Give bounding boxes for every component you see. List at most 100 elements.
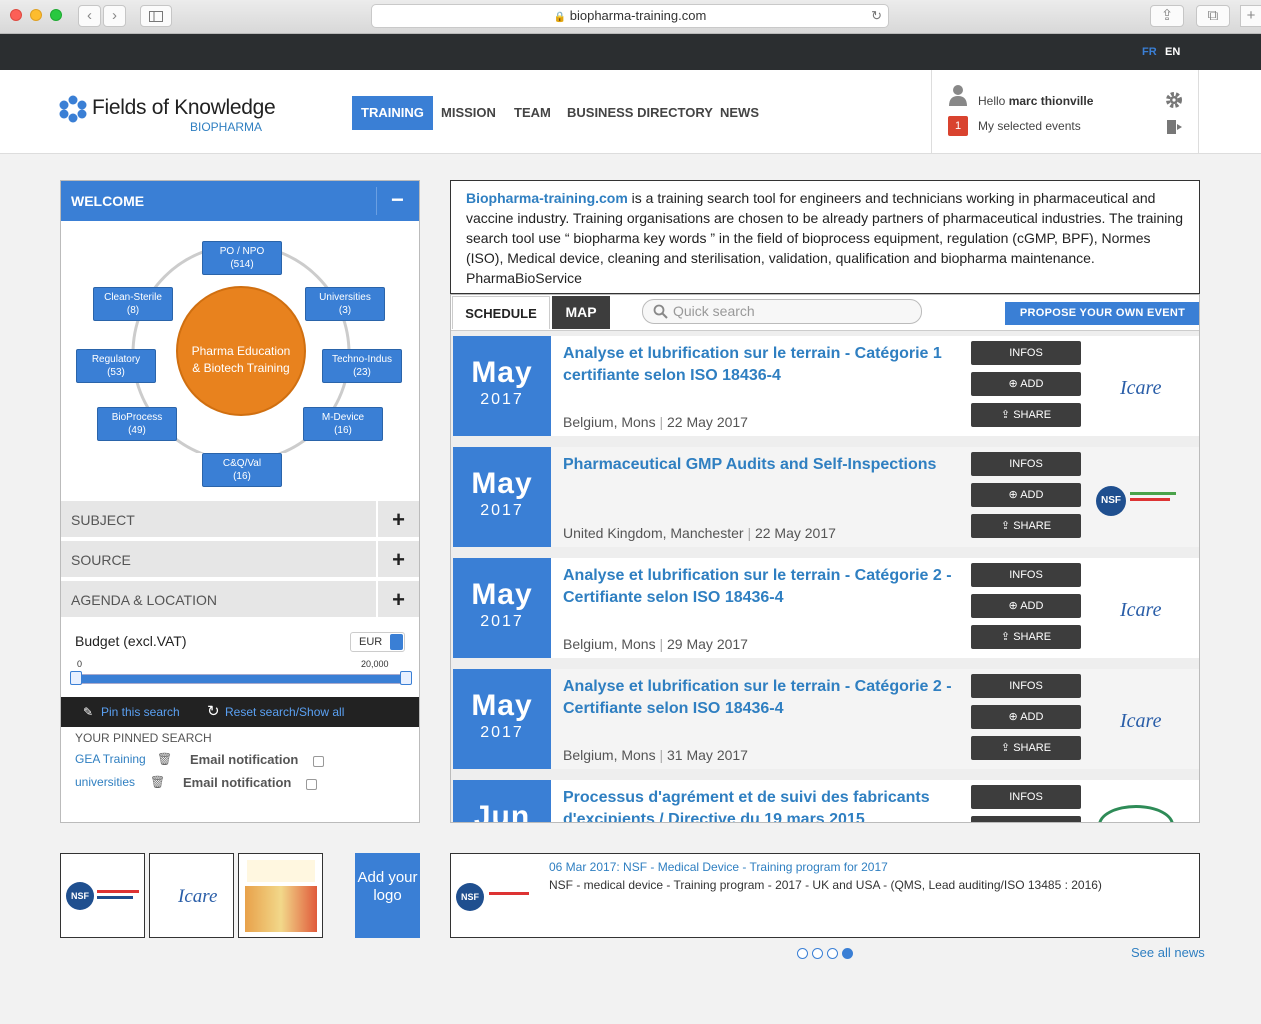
close-window-button[interactable] [10, 9, 22, 21]
back-button[interactable]: ‹ [78, 5, 101, 27]
slider-min-handle[interactable] [70, 671, 82, 685]
sponsor-logo-bls[interactable] [238, 853, 323, 938]
menu-mission[interactable]: MISSION [432, 96, 505, 130]
slider-max-handle[interactable] [400, 671, 412, 685]
pinned-search-link[interactable]: universities [75, 775, 135, 789]
description-brand-link[interactable]: Biopharma-training.com [466, 190, 628, 206]
expand-icon[interactable]: + [376, 581, 419, 619]
pin-search-link[interactable]: Pin this search [101, 697, 180, 727]
currency-select[interactable]: EUR [350, 632, 405, 652]
node-regulatory[interactable]: Regulatory (53) [76, 349, 156, 383]
site-header: Fields of Knowledge BIOPHARMA TRAINING M… [0, 70, 1261, 154]
expand-icon[interactable]: + [376, 541, 419, 579]
accordion-source[interactable]: SOURCE + [61, 541, 419, 579]
carousel-dot-2[interactable] [812, 948, 823, 959]
share-button[interactable]: ⇪ [1150, 5, 1184, 27]
zoom-window-button[interactable] [50, 9, 62, 21]
organizer-logo-icare[interactable]: Icare [1090, 563, 1181, 653]
user-name[interactable]: marc thionville [1009, 94, 1094, 108]
address-bar[interactable]: 🔒 biopharma-training.com ↻ [371, 4, 889, 28]
node-po-npo[interactable]: PO / NPO (514) [202, 241, 282, 275]
share-event-button[interactable]: ⇪ SHARE [971, 625, 1081, 649]
email-notification-checkbox[interactable] [313, 756, 324, 767]
currency-value: EUR [359, 636, 383, 648]
share-event-button[interactable]: ⇪ SHARE [971, 403, 1081, 427]
pinned-search-link[interactable]: GEA Training [75, 752, 146, 766]
email-notification-checkbox[interactable] [306, 779, 317, 790]
tabs-button[interactable]: ⧉ [1196, 5, 1230, 27]
collapse-icon[interactable]: − [391, 181, 404, 219]
infos-button[interactable]: INFOS [971, 452, 1081, 476]
share-event-button[interactable]: ⇪ SHARE [971, 736, 1081, 760]
my-selected-events-link[interactable]: My selected events [978, 119, 1081, 133]
flower-logo-icon[interactable] [59, 95, 87, 123]
expand-icon[interactable]: + [376, 501, 419, 539]
organizer-logo-nsf[interactable]: NSF [1090, 452, 1181, 542]
logout-icon[interactable] [1166, 119, 1184, 135]
infos-button[interactable]: INFOS [971, 563, 1081, 587]
event-title-link[interactable]: Analyse et lubrification sur le terrain … [563, 565, 958, 609]
organizer-logo-icare[interactable]: Icare [1090, 341, 1181, 431]
add-button[interactable]: ⊕ ADD [971, 594, 1081, 618]
menu-news[interactable]: NEWS [711, 96, 768, 130]
add-button[interactable]: ⊕ ADD [971, 372, 1081, 396]
carousel-dot-3[interactable] [827, 948, 838, 959]
node-universities[interactable]: Universities (3) [305, 287, 385, 321]
sponsor-logo-nsf[interactable]: NSF [60, 853, 145, 938]
node-m-device[interactable]: M-Device (16) [303, 407, 383, 441]
quick-search-input[interactable]: Quick search [642, 299, 922, 324]
event-title-link[interactable]: Analyse et lubrification sur le terrain … [563, 676, 958, 720]
tab-schedule[interactable]: SCHEDULE [452, 296, 550, 329]
pinned-item: universities 🗑 Email notification [75, 775, 405, 790]
node-bioprocess[interactable]: BioProcess (49) [97, 407, 177, 441]
node-cq-val[interactable]: C&Q/Val (16) [202, 453, 282, 487]
carousel-dot-4[interactable] [842, 948, 853, 959]
url-text: biopharma-training.com [569, 8, 707, 23]
news-logo-nsf[interactable]: NSF [456, 883, 484, 911]
add-button[interactable] [971, 816, 1081, 822]
share-event-button[interactable]: ⇪ SHARE [971, 514, 1081, 538]
event-title-link[interactable]: Analyse et lubrification sur le terrain … [563, 343, 958, 387]
sponsor-logo-icare[interactable]: Icare [149, 853, 234, 938]
carousel-dot-1[interactable] [797, 948, 808, 959]
menu-business-directory[interactable]: BUSINESS DIRECTORY [558, 96, 722, 130]
lang-fr-link[interactable]: FR [1142, 46, 1157, 58]
menu-team[interactable]: TEAM [505, 96, 560, 130]
organizer-logo[interactable] [1090, 785, 1181, 822]
node-techno-indus[interactable]: Techno-Indus (23) [322, 349, 402, 383]
news-title-link[interactable]: 06 Mar 2017: NSF - Medical Device - Trai… [549, 860, 888, 874]
add-button[interactable]: ⊕ ADD [971, 483, 1081, 507]
event-title-link[interactable]: Pharmaceutical GMP Audits and Self-Inspe… [563, 454, 958, 476]
add-your-logo-button[interactable]: Add your logo [355, 853, 420, 938]
accordion-agenda-location[interactable]: AGENDA & LOCATION + [61, 581, 419, 619]
reload-icon[interactable]: ↻ [871, 5, 882, 27]
pin-icon[interactable]: ✎ [83, 697, 93, 727]
logo-title[interactable]: Fields of Knowledge [92, 96, 276, 120]
node-clean-sterile[interactable]: Clean-Sterile (8) [93, 287, 173, 321]
reset-icon[interactable]: ↻ [207, 697, 220, 727]
event-title-link[interactable]: Processus d'agrément et de suivi des fab… [563, 787, 958, 822]
lang-en-link[interactable]: EN [1165, 46, 1180, 58]
infos-button[interactable]: INFOS [971, 674, 1081, 698]
sidebar-toggle-button[interactable] [140, 5, 172, 27]
infos-button[interactable]: INFOS [971, 341, 1081, 365]
infos-button[interactable]: INFOS [971, 785, 1081, 809]
see-all-news-link[interactable]: See all news [1131, 945, 1205, 960]
organizer-logo-icare[interactable]: Icare [1090, 674, 1181, 764]
accordion-subject[interactable]: SUBJECT + [61, 501, 419, 539]
budget-slider[interactable] [75, 674, 407, 684]
gear-icon[interactable] [1165, 91, 1183, 109]
welcome-header[interactable]: WELCOME − [61, 181, 419, 221]
new-tab-button[interactable]: + [1240, 5, 1261, 27]
minimize-window-button[interactable] [30, 9, 42, 21]
tab-map[interactable]: MAP [552, 296, 610, 329]
wheel-center-label[interactable]: Pharma Education & Biotech Training [179, 343, 303, 377]
reset-search-link[interactable]: Reset search/Show all [225, 697, 344, 727]
add-button[interactable]: ⊕ ADD [971, 705, 1081, 729]
menu-training[interactable]: TRAINING [352, 96, 433, 130]
propose-event-button[interactable]: PROPOSE YOUR OWN EVENT [1005, 302, 1199, 325]
forward-button[interactable]: › [103, 5, 126, 27]
trash-icon[interactable]: 🗑 [150, 775, 165, 789]
event-row: May 2017 Analyse et lubrification sur le … [453, 336, 1199, 436]
trash-icon[interactable]: 🗑 [157, 752, 172, 766]
